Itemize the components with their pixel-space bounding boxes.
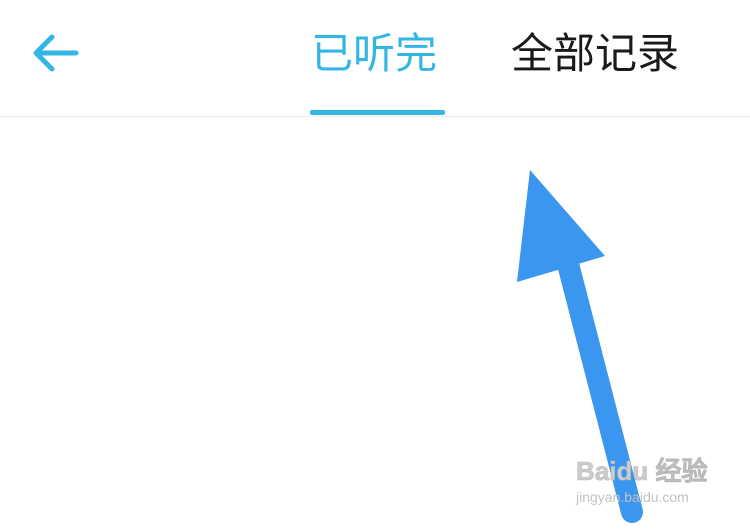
back-button[interactable]	[30, 30, 80, 76]
tab-finished[interactable]: 已听完	[311, 28, 437, 116]
top-navigation-bar: 已听完 全部记录	[0, 0, 750, 117]
tab-all-records[interactable]: 全部记录	[511, 28, 679, 116]
baidu-jingyan-watermark: Baidu 经验 jingyan.baidu.com	[574, 448, 724, 508]
active-tab-indicator	[310, 110, 445, 115]
arrow-left-icon	[33, 34, 79, 72]
watermark-brand: Baidu 经验	[576, 456, 707, 486]
watermark-url: jingyan.baidu.com	[575, 489, 689, 505]
